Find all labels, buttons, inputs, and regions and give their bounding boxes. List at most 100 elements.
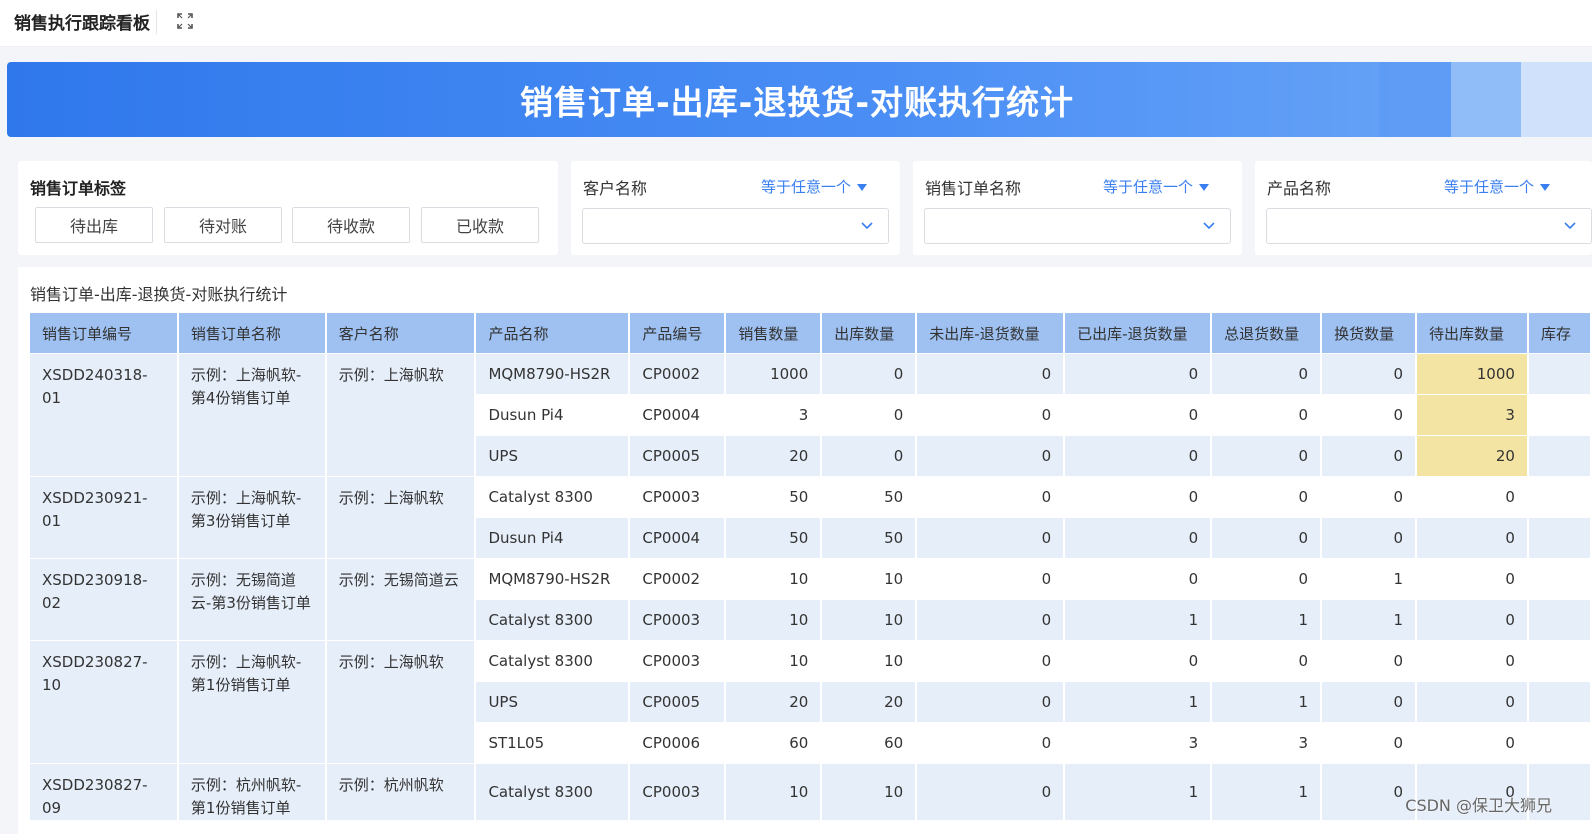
total-return-qty-cell: 3: [1211, 722, 1323, 764]
outbound-qty-cell: 60: [821, 722, 918, 764]
product-code-cell: CP0006: [629, 722, 727, 764]
customer-cell: 示例：杭州帆软: [325, 763, 477, 821]
tag-button-pending-outbound[interactable]: 待出库: [35, 207, 153, 243]
table-scroll-area[interactable]: 销售订单编号 销售订单名称 客户名称 产品名称 产品编号 销售数量 出库数量 未出库-退货数量…: [30, 313, 1592, 834]
pending-outbound-qty-cell: 0: [1416, 599, 1529, 641]
sales-qty-cell: 3: [725, 394, 823, 436]
stock-cell: [1527, 681, 1592, 723]
tag-filter-label: 销售订单标签: [30, 179, 127, 198]
sales-qty-cell: 60: [725, 722, 823, 764]
order-number-cell: XSDD230921-01: [30, 476, 179, 559]
execution-stats-card: 销售订单-出库-退换货-对账执行统计 销售订单编号 销售订单名称 客户名称 产品名称产…: [18, 267, 1592, 834]
unshipped-return-qty-cell: 0: [916, 476, 1066, 518]
product-code-cell: CP0003: [629, 476, 727, 518]
unshipped-return-qty-cell: 0: [916, 722, 1066, 764]
product-name-cell: Catalyst 8300: [475, 763, 631, 821]
total-return-qty-cell: 0: [1211, 640, 1323, 682]
customer-select[interactable]: [582, 208, 889, 244]
outbound-qty-cell: 0: [821, 394, 918, 436]
unshipped-return-qty-cell: 0: [916, 435, 1066, 477]
pending-outbound-qty-cell: 0: [1416, 558, 1529, 600]
column-header[interactable]: 未出库-退货数量: [916, 313, 1066, 354]
order-name-cell: 示例：杭州帆软-第1份销售订单: [177, 763, 327, 821]
unshipped-return-qty-cell: 0: [916, 394, 1066, 436]
exchange-qty-cell: 0: [1321, 763, 1418, 821]
pending-outbound-qty-cell: 0: [1416, 722, 1529, 764]
tag-button-pending-payment[interactable]: 待收款: [292, 207, 410, 243]
outbound-qty-cell: 0: [821, 435, 918, 477]
column-header[interactable]: 销售订单编号: [30, 313, 179, 354]
total-return-qty-cell: 0: [1211, 394, 1323, 436]
product-name-cell: ST1L05: [475, 722, 631, 764]
pending-outbound-qty-cell: 0: [1416, 476, 1529, 518]
total-return-qty-cell: 1: [1211, 763, 1323, 821]
title-divider: [156, 10, 157, 34]
chevron-down-icon: [1564, 222, 1576, 230]
pending-outbound-qty-cell: 20: [1416, 435, 1529, 477]
column-header[interactable]: 待出库数量: [1416, 313, 1529, 354]
product-name-filter-operator[interactable]: 等于任意一个: [1444, 176, 1551, 197]
column-header[interactable]: 已出库-退货数量: [1064, 313, 1213, 354]
customer-filter-label: 客户名称: [583, 179, 648, 198]
column-header[interactable]: 客户名称: [325, 313, 477, 354]
order-number-cell: XSDD230918-02: [30, 558, 179, 641]
column-header[interactable]: 产品名称: [475, 313, 631, 354]
shipped-return-qty-cell: 1: [1064, 681, 1213, 723]
order-tag-filter: 销售订单标签 待出库 待对账 待收款 已收款: [18, 161, 558, 255]
product-code-cell: CP0003: [629, 640, 727, 682]
table-row: XSDD230827-10 示例：上海帆软-第1份销售订单 示例：上海帆软 Catal…: [30, 640, 1592, 764]
watermark: CSDN @保卫大狮兄: [1405, 796, 1552, 815]
total-return-qty-cell: 0: [1211, 558, 1323, 600]
stock-cell: [1527, 640, 1592, 682]
outbound-qty-cell: 10: [821, 763, 918, 821]
sales-qty-cell: 20: [725, 435, 823, 477]
exchange-qty-cell: 0: [1321, 394, 1418, 436]
column-header[interactable]: 销售订单名称: [177, 313, 327, 354]
order-name-select[interactable]: [924, 208, 1231, 244]
column-header[interactable]: 库存: [1527, 313, 1592, 354]
product-code-cell: CP0005: [629, 681, 727, 723]
product-code-cell: CP0002: [629, 558, 727, 600]
order-name-cell: 示例：上海帆软-第3份销售订单: [177, 476, 327, 559]
unshipped-return-qty-cell: 0: [916, 353, 1066, 395]
shipped-return-qty-cell: 1: [1064, 763, 1213, 821]
column-header[interactable]: 总退货数量: [1211, 313, 1323, 354]
app-title: 销售执行跟踪看板: [14, 14, 150, 34]
order-name-filter-operator[interactable]: 等于任意一个: [1103, 176, 1210, 197]
tag-button-paid[interactable]: 已收款: [421, 207, 539, 243]
product-name-cell: MQM8790-HS2R: [475, 558, 631, 600]
shipped-return-qty-cell: 0: [1064, 435, 1213, 477]
exchange-qty-cell: 0: [1321, 681, 1418, 723]
column-header[interactable]: 销售数量: [725, 313, 823, 354]
product-code-cell: CP0004: [629, 394, 727, 436]
outbound-qty-cell: 10: [821, 558, 918, 600]
product-code-cell: CP0004: [629, 517, 727, 559]
stock-cell: [1527, 476, 1592, 518]
column-header[interactable]: 出库数量: [821, 313, 918, 354]
outbound-qty-cell: 50: [821, 476, 918, 518]
top-bar: 销售执行跟踪看板: [0, 0, 1592, 47]
product-name-cell: Dusun Pi4: [475, 517, 631, 559]
customer-cell: 示例：上海帆软: [325, 476, 477, 559]
tag-button-pending-reconcile[interactable]: 待对账: [164, 207, 282, 243]
execution-stats-table: 销售订单编号 销售订单名称 客户名称 产品名称 产品编号 销售数量 出库数量 未出库-退货数量…: [30, 313, 1592, 821]
unshipped-return-qty-cell: 0: [916, 517, 1066, 559]
product-name-select[interactable]: [1266, 208, 1592, 244]
sales-qty-cell: 10: [725, 558, 823, 600]
order-name-cell: 示例：上海帆软-第4份销售订单: [177, 353, 327, 477]
column-header[interactable]: 换货数量: [1321, 313, 1418, 354]
fullscreen-icon[interactable]: [176, 12, 194, 30]
shipped-return-qty-cell: 3: [1064, 722, 1213, 764]
customer-filter-operator[interactable]: 等于任意一个: [761, 176, 868, 197]
column-header[interactable]: 产品编号: [629, 313, 727, 354]
order-name-filter-label: 销售订单名称: [925, 179, 1022, 198]
total-return-qty-cell: 1: [1211, 681, 1323, 723]
stock-cell: [1527, 353, 1592, 395]
exchange-qty-cell: 0: [1321, 353, 1418, 395]
unshipped-return-qty-cell: 0: [916, 558, 1066, 600]
customer-cell: 示例：上海帆软: [325, 353, 477, 477]
sales-qty-cell: 10: [725, 763, 823, 821]
product-code-cell: CP0003: [629, 599, 727, 641]
shipped-return-qty-cell: 0: [1064, 353, 1213, 395]
outbound-qty-cell: 20: [821, 681, 918, 723]
